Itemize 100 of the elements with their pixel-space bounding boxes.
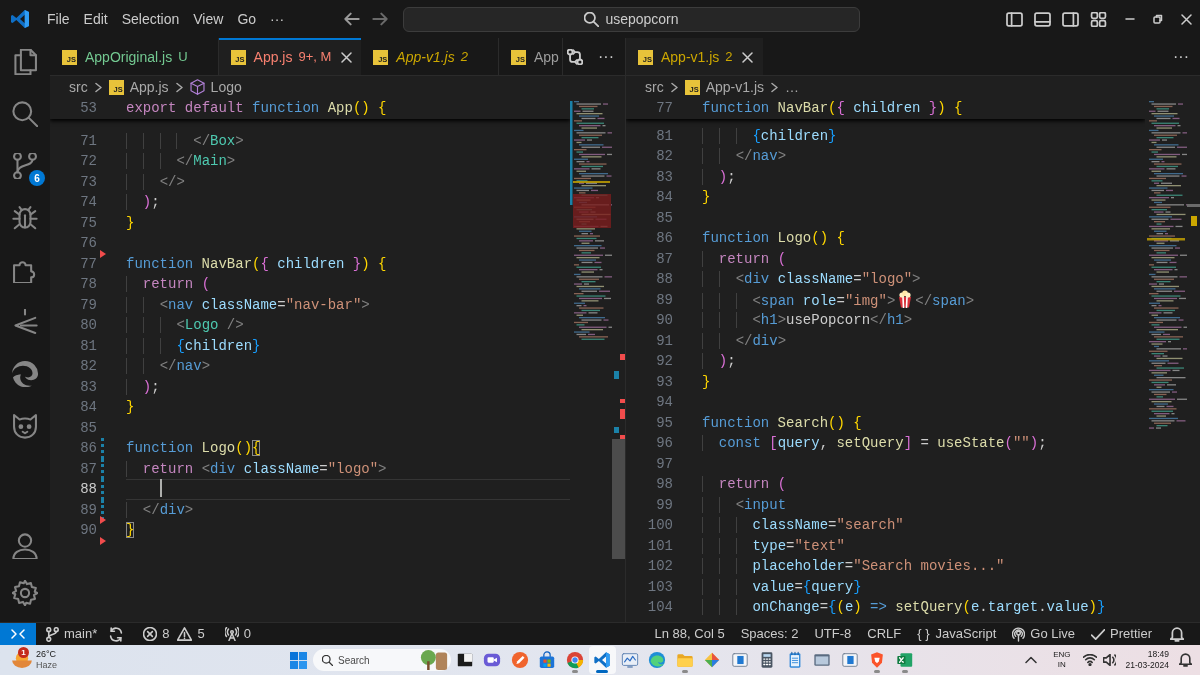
sticky-scroll-header[interactable]: 77 function NavBar({ children }) { (626, 98, 1145, 119)
bell-icon[interactable] (1179, 653, 1192, 667)
line-number: 79 (79, 295, 97, 315)
search-field[interactable]: Search (338, 652, 414, 668)
ribbon-logo-icon[interactable] (593, 651, 612, 669)
code-line: ); (126, 376, 570, 397)
code-line: <span role="img"> </span> (702, 289, 1145, 310)
restore-icon[interactable] (1153, 14, 1163, 24)
menu-item[interactable]: Edit (76, 5, 115, 33)
four-squares-icon[interactable] (289, 651, 307, 669)
line-number: 91 (655, 331, 673, 351)
count-badge: 6 (29, 170, 45, 186)
taskbar-app-button[interactable] (588, 646, 616, 674)
code-line: <h1>usePopcorn</h1> (702, 310, 1145, 331)
code-line: <input (702, 494, 1145, 515)
breadcrumb-item[interactable]: Logo (189, 76, 242, 98)
shopping-bag-icon[interactable] (538, 651, 557, 669)
pen-circle-icon[interactable] (510, 651, 529, 669)
line-number: 80 (79, 316, 97, 335)
back-arrow-icon[interactable] (344, 12, 360, 26)
ports-button[interactable]: 0 (216, 623, 259, 645)
compare-icon[interactable] (567, 48, 583, 65)
panel-window-icon[interactable] (730, 651, 749, 669)
close-icon[interactable] (340, 51, 352, 63)
close-icon[interactable] (1180, 13, 1192, 25)
close-icon[interactable] (742, 51, 754, 63)
code-line: </div> (126, 499, 570, 520)
menu-item[interactable]: Selection (114, 5, 187, 33)
input-language-indicator[interactable]: ENG IN (1051, 650, 1073, 670)
line-number: 87 (655, 249, 673, 269)
layout-grid-icon[interactable] (1089, 11, 1107, 27)
status-bar-item[interactable]: UTF-8 (806, 623, 860, 645)
menu-item[interactable]: File (40, 5, 77, 33)
chart-window-icon[interactable] (620, 651, 639, 669)
files-icon[interactable] (12, 49, 38, 75)
code-line: function Logo(){ (126, 439, 262, 458)
breadcrumb-item[interactable]: … (785, 76, 800, 98)
code-line: type="text" (702, 535, 1145, 556)
command-center[interactable]: usepopcorn (403, 6, 860, 32)
chevron-right-icon (670, 81, 678, 93)
sidebar-left-icon[interactable] (1005, 11, 1023, 27)
window-icon[interactable] (813, 651, 832, 669)
code-line: function Search() { (702, 413, 863, 433)
video-camera-icon[interactable] (483, 651, 502, 669)
app-logo-icon[interactable] (11, 10, 29, 28)
status-bar-item[interactable]: Spaces: 2 (732, 623, 807, 645)
search-icon[interactable] (12, 101, 38, 127)
chevron-up-icon[interactable] (1025, 656, 1038, 664)
remote-button[interactable] (0, 623, 36, 645)
more-actions[interactable]: ··· (1170, 48, 1192, 65)
wifi-icon[interactable] (1082, 654, 1097, 666)
account-icon[interactable] (12, 532, 38, 559)
language-mode[interactable]: { } JavaScript (909, 623, 1005, 645)
breadcrumb-item[interactable]: src (69, 76, 88, 98)
speaker-icon[interactable] (1102, 654, 1116, 666)
swirl-icon[interactable] (12, 361, 38, 387)
chevron-right-icon (175, 81, 183, 93)
status-bar-item[interactable]: Ln 88, Col 5 (646, 623, 733, 645)
line-number: 83 (655, 167, 673, 187)
settings-icon[interactable] (12, 579, 38, 606)
tree-illustration (419, 650, 449, 670)
spreadsheet-icon[interactable] (895, 651, 914, 669)
bell-icon[interactable] (1170, 626, 1184, 642)
breadcrumb-item[interactable]: src (645, 76, 664, 98)
line-number: 82 (655, 147, 673, 166)
cat-face-icon[interactable] (12, 413, 38, 439)
tiles-icon[interactable] (455, 651, 474, 669)
menu-item[interactable]: View (186, 5, 231, 33)
problems-button[interactable]: 8 5 (135, 623, 213, 645)
line-number: 100 (646, 516, 673, 535)
line-number: 95 (655, 413, 673, 433)
more-actions[interactable]: ··· (595, 48, 617, 65)
line-number: 72 (79, 152, 97, 171)
code-line: ); (702, 351, 1145, 372)
panel-window-icon[interactable] (840, 651, 859, 669)
panel-bottom-icon[interactable] (1033, 11, 1051, 27)
sticky-scroll-header[interactable]: 53 export default function App() { (50, 98, 570, 119)
sidebar-right-icon[interactable] (1061, 11, 1079, 27)
weather-widget[interactable]: 1 26°C Haze (0, 645, 57, 675)
line-number: 101 (646, 536, 673, 556)
menu-item[interactable]: ··· (263, 5, 292, 33)
formatter-status[interactable]: Prettier (1083, 623, 1160, 645)
search-bar[interactable]: Search (313, 649, 451, 671)
go-live-button[interactable]: Go Live (1004, 623, 1084, 645)
swirl-circle-icon[interactable] (648, 651, 667, 669)
branch-button[interactable]: main* (40, 623, 104, 645)
line-number: 87 (79, 459, 97, 479)
line-number: 81 (79, 336, 97, 356)
forward-arrow-icon[interactable] (372, 12, 388, 26)
status-bar-item[interactable]: CRLF (859, 623, 910, 645)
chevron-right-icon (94, 81, 102, 93)
bug-icon[interactable] (12, 205, 38, 231)
tricolor-circle-icon[interactable] (565, 651, 584, 669)
code-line: } (702, 372, 712, 392)
menu-item[interactable]: Go (230, 5, 264, 33)
code-line: } (126, 521, 136, 540)
clock[interactable]: 18:49 21-03-2024 (1125, 649, 1169, 671)
sync-icon[interactable] (109, 626, 124, 642)
line-number: 81 (655, 126, 673, 146)
diamond-icon[interactable] (703, 651, 722, 669)
